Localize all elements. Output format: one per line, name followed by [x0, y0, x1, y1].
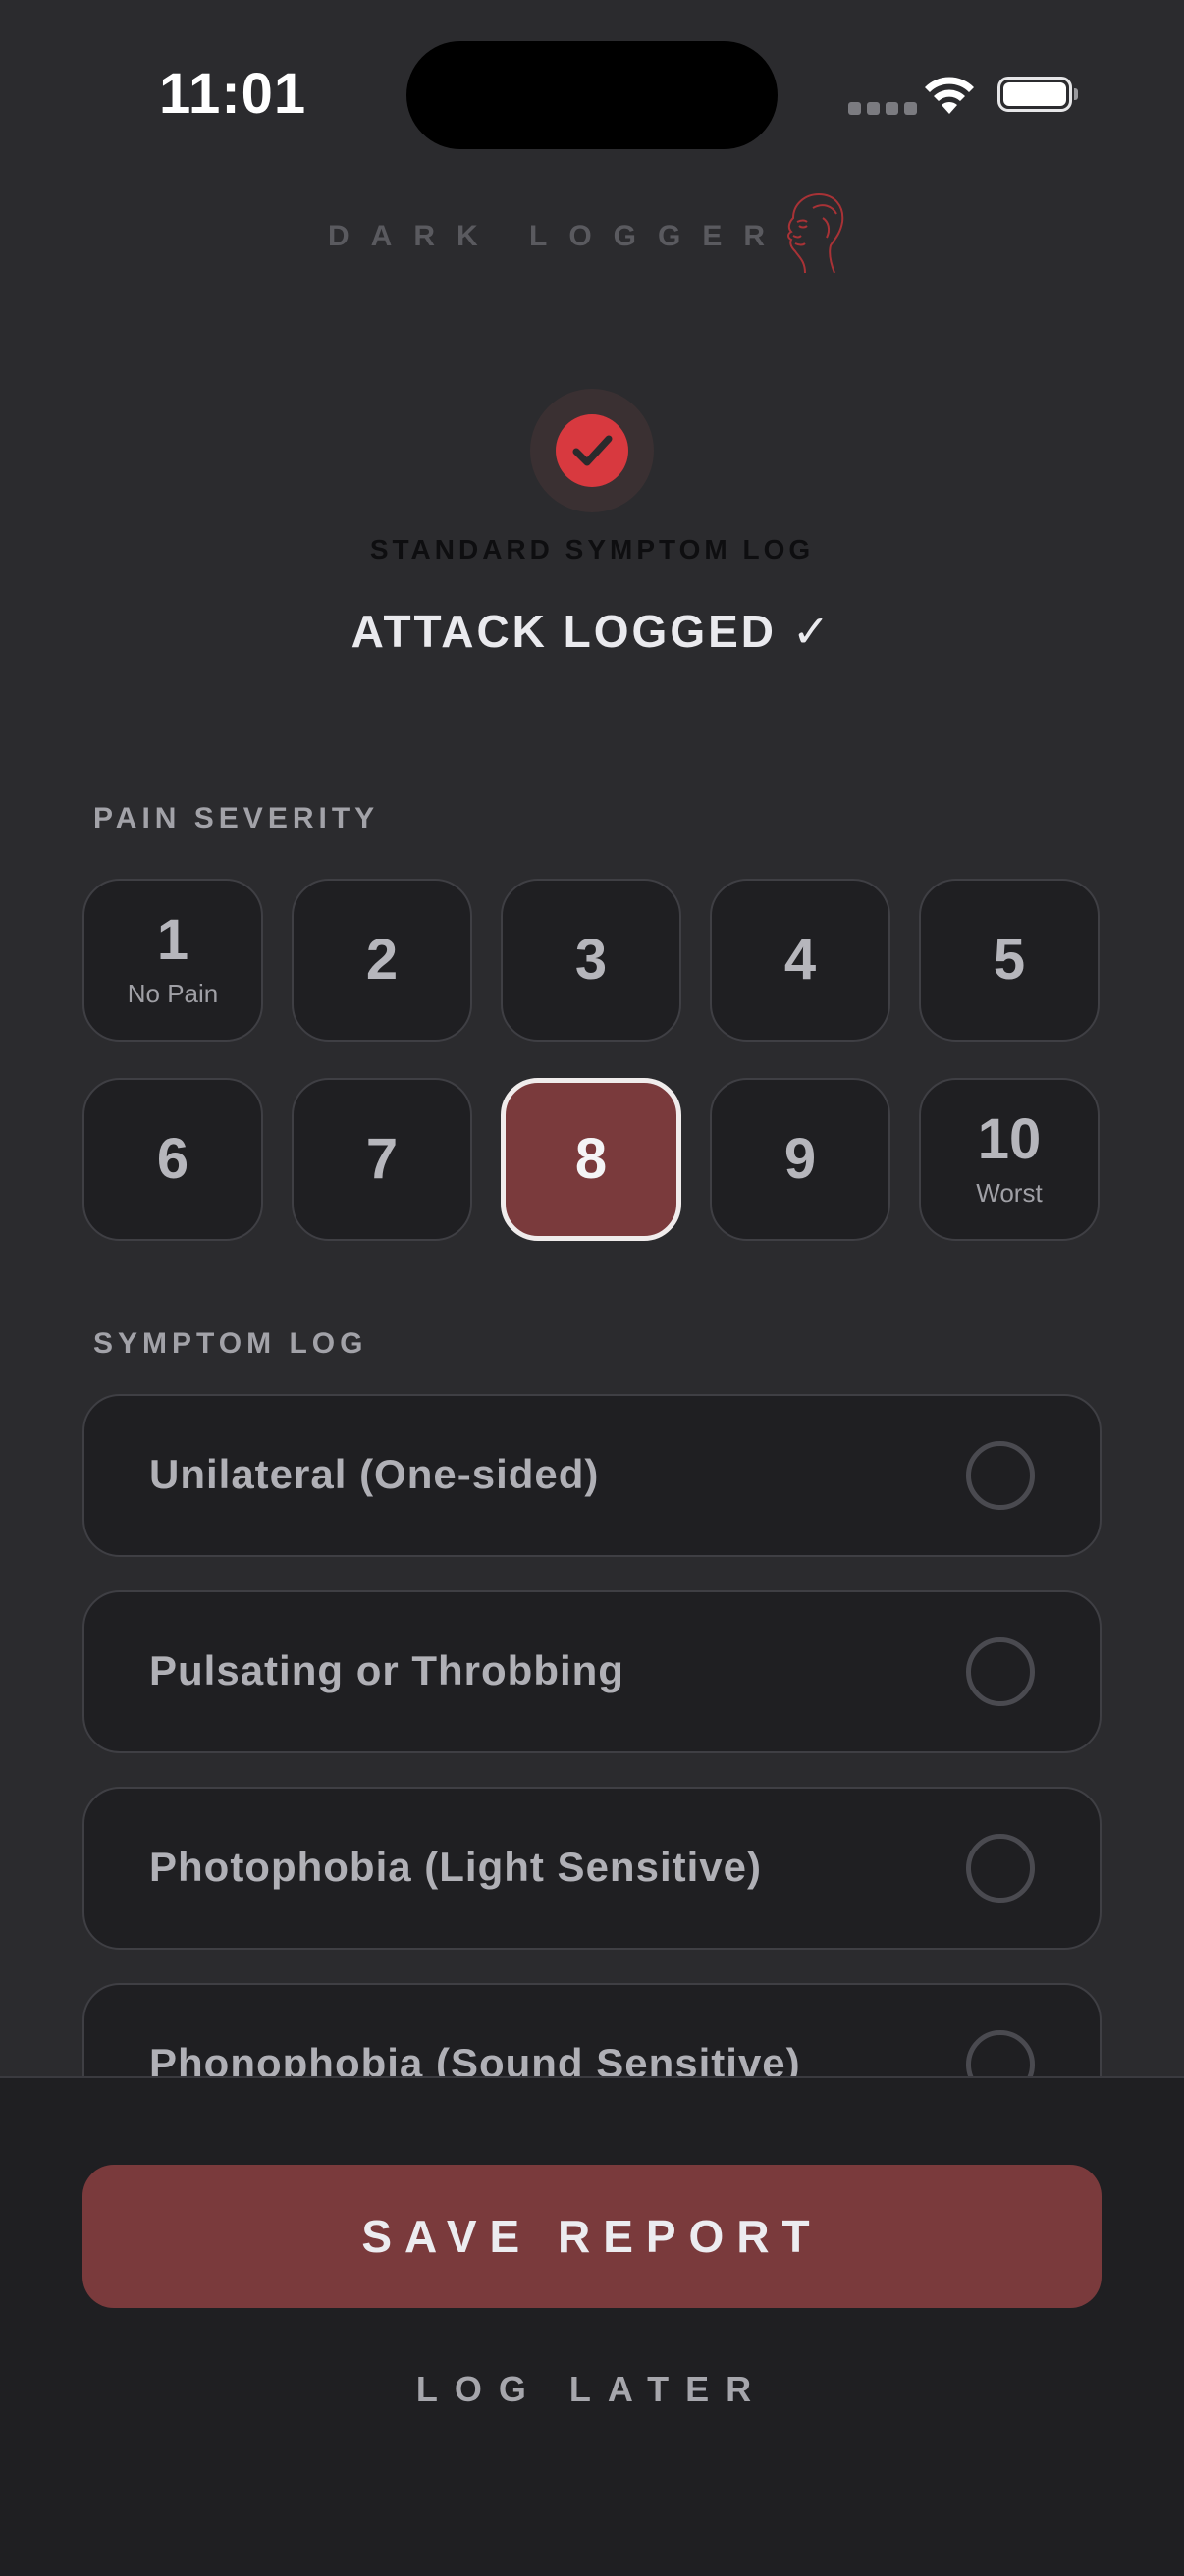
dynamic-island: [406, 41, 778, 149]
symptom-label: Photophobia (Light Sensitive): [149, 1844, 762, 1890]
pain-level-value: 7: [365, 1127, 399, 1191]
save-report-button[interactable]: SAVE REPORT: [82, 2165, 1102, 2308]
bottom-action-panel: SAVE REPORT LOG LATER: [0, 2076, 1184, 2576]
battery-icon: [997, 77, 1078, 112]
symptom-radio[interactable]: [966, 1441, 1035, 1510]
symptom-item-unilateral[interactable]: Unilateral (One-sided): [82, 1394, 1102, 1557]
wifi-icon: [923, 75, 976, 121]
pain-level-4-button[interactable]: 4: [710, 879, 890, 1042]
pain-level-6-button[interactable]: 6: [82, 1078, 263, 1241]
pain-level-caption: Worst: [976, 1177, 1043, 1208]
symptom-radio[interactable]: [966, 1637, 1035, 1706]
symptom-item-pulsating[interactable]: Pulsating or Throbbing: [82, 1590, 1102, 1753]
app-title: DARK LOGGER: [328, 220, 786, 252]
pain-level-value: 9: [783, 1127, 817, 1191]
pain-severity-grid: 1 No Pain 2 3 4 5 6 7 8 9 10 Worst: [82, 879, 1102, 1241]
pain-level-10-button[interactable]: 10 Worst: [919, 1078, 1100, 1241]
pain-level-2-button[interactable]: 2: [292, 879, 472, 1042]
pain-level-value: 3: [574, 928, 608, 992]
pain-level-value: 10: [977, 1106, 1042, 1171]
symptom-log-label: SYMPTOM LOG: [93, 1327, 368, 1360]
pain-level-1-button[interactable]: 1 No Pain: [82, 879, 263, 1042]
pain-level-value: 4: [783, 928, 817, 992]
status-time: 11:01: [159, 62, 307, 126]
pain-level-5-button[interactable]: 5: [919, 879, 1100, 1042]
log-type-subtitle: STANDARD SYMPTOM LOG: [369, 534, 815, 564]
status-bar: 11:01: [0, 0, 1184, 196]
check-circle-icon: [530, 389, 654, 512]
pain-level-7-button[interactable]: 7: [292, 1078, 472, 1241]
pain-level-value: 1: [156, 907, 189, 972]
cellular-signal-icon: [848, 102, 917, 115]
log-later-button[interactable]: LOG LATER: [0, 2369, 1184, 2410]
pain-level-value: 8: [574, 1127, 608, 1191]
page-title: ATTACK LOGGED ✓: [350, 606, 834, 657]
pain-severity-label: PAIN SEVERITY: [93, 802, 380, 834]
pain-level-value: 6: [156, 1127, 189, 1191]
pain-level-value: 5: [993, 928, 1026, 992]
symptom-label: Pulsating or Throbbing: [149, 1647, 624, 1693]
pain-level-caption: No Pain: [127, 978, 219, 1008]
pain-level-3-button[interactable]: 3: [501, 879, 681, 1042]
symptom-list: Unilateral (One-sided) Pulsating or Thro…: [82, 1394, 1102, 2179]
symptom-label: Unilateral (One-sided): [149, 1451, 600, 1497]
pain-level-value: 2: [365, 928, 399, 992]
symptom-item-photophobia[interactable]: Photophobia (Light Sensitive): [82, 1787, 1102, 1950]
head-profile-icon: [783, 188, 848, 282]
symptom-radio[interactable]: [966, 1834, 1035, 1903]
pain-level-9-button[interactable]: 9: [710, 1078, 890, 1241]
pain-level-8-button[interactable]: 8: [501, 1078, 681, 1241]
